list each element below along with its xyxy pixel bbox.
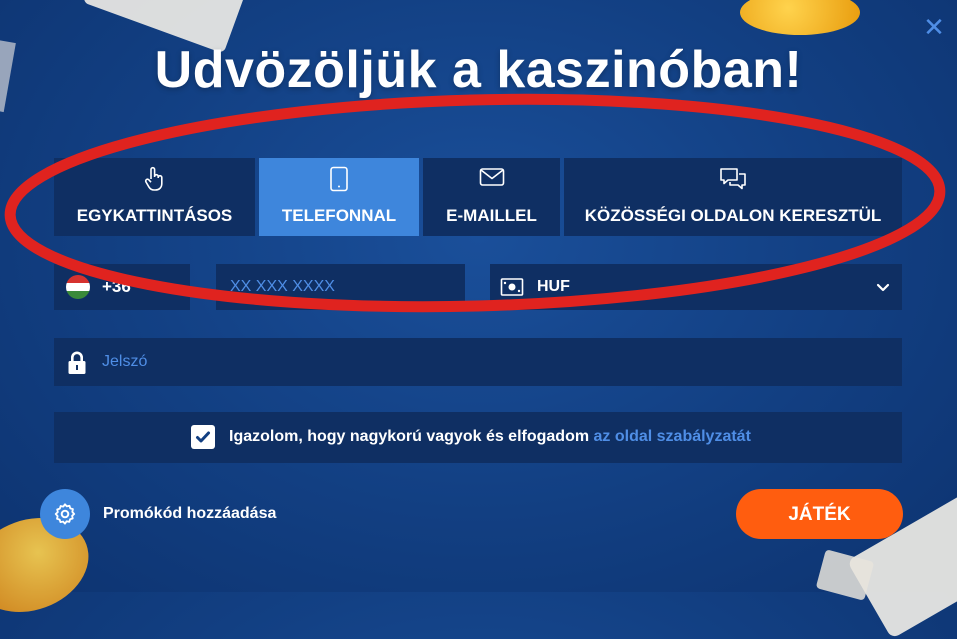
- country-code-select[interactable]: +36: [54, 264, 190, 310]
- envelope-icon: [423, 166, 560, 192]
- phone-input[interactable]: [216, 264, 465, 310]
- tab-one-click[interactable]: EGYKATTINTÁSOS: [54, 158, 255, 236]
- currency-select[interactable]: HUF: [490, 264, 902, 310]
- decorative-card: [815, 549, 875, 601]
- terms-text: Igazolom, hogy nagykorú vagyok és elfoga…: [229, 428, 594, 445]
- terms-label: Igazolom, hogy nagykorú vagyok és elfoga…: [229, 428, 751, 446]
- currency-value: HUF: [537, 278, 570, 295]
- banknote-icon: [500, 276, 524, 303]
- tab-label: TELEFONNAL: [281, 206, 397, 225]
- play-button[interactable]: JÁTÉK: [736, 489, 903, 539]
- smartphone-icon: [259, 166, 419, 192]
- tab-social[interactable]: KÖZÖSSÉGI OLDALON KERESZTÜL: [564, 158, 902, 236]
- decorative-coin: [740, 0, 860, 35]
- checkmark-icon: [196, 431, 210, 443]
- gear-icon: [40, 489, 90, 539]
- promo-label: Promókód hozzáadása: [103, 505, 277, 522]
- hungary-flag-icon: [66, 275, 90, 299]
- tab-label: E-MAILLEL: [446, 206, 537, 225]
- tab-label: KÖZÖSSÉGI OLDALON KERESZTÜL: [584, 206, 882, 225]
- tab-phone[interactable]: TELEFONNAL: [259, 158, 419, 236]
- tab-label: EGYKATTINTÁSOS: [76, 206, 233, 225]
- password-input[interactable]: [92, 338, 872, 386]
- chevron-down-icon: [874, 278, 892, 301]
- terms-checkbox[interactable]: [191, 425, 215, 449]
- pointer-hand-icon: [54, 166, 255, 192]
- tab-email[interactable]: E-MAILLEL: [423, 158, 560, 236]
- lock-icon: [66, 350, 88, 381]
- close-icon[interactable]: ✕: [920, 14, 948, 42]
- terms-row: Igazolom, hogy nagykorú vagyok és elfoga…: [54, 412, 902, 463]
- page-title: Udvözölјük a kaszinóban!: [154, 41, 803, 99]
- password-field-wrapper: [54, 338, 902, 386]
- chat-bubbles-icon: [564, 166, 902, 192]
- phone-field-wrapper: [216, 264, 465, 310]
- terms-link[interactable]: az oldal szabályzatát: [594, 428, 751, 445]
- country-code: +36: [102, 277, 131, 296]
